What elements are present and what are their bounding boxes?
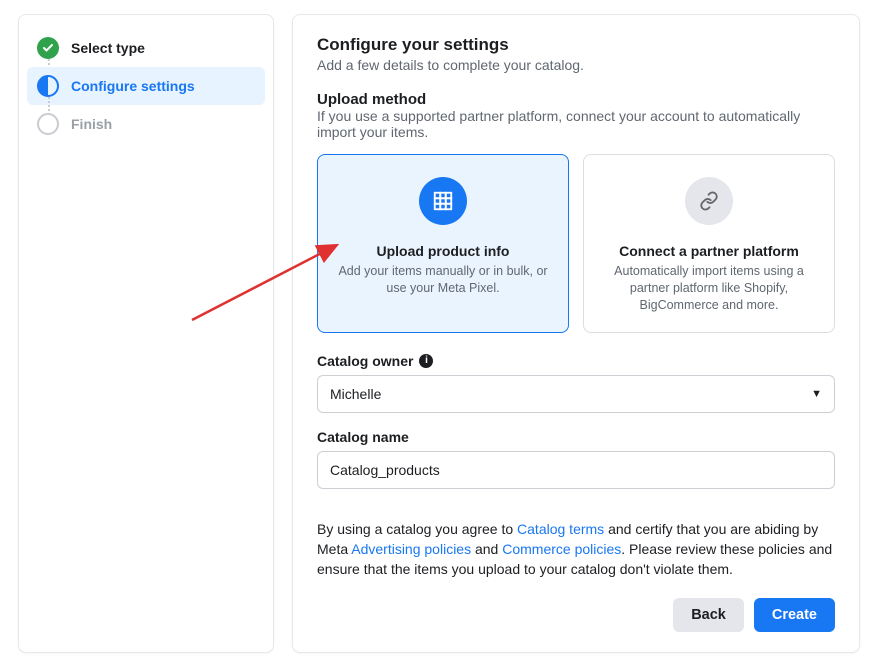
page-title: Configure your settings — [317, 35, 835, 55]
page-subtitle: Add a few details to complete your catal… — [317, 57, 835, 73]
select-value: Michelle — [330, 386, 381, 402]
wizard-sidebar: Select type Configure settings Finish — [18, 14, 274, 653]
upload-method-desc: If you use a supported partner platform,… — [317, 108, 835, 140]
option-connect-partner[interactable]: Connect a partner platform Automatically… — [583, 154, 835, 333]
info-icon[interactable]: i — [419, 354, 433, 368]
catalog-owner-label: Catalog owner i — [317, 353, 433, 369]
catalog-terms-link[interactable]: Catalog terms — [517, 521, 604, 537]
card-desc: Add your items manually or in bulk, or u… — [336, 263, 550, 297]
step-configure-settings[interactable]: Configure settings — [27, 67, 265, 105]
chevron-down-icon: ▼ — [811, 388, 822, 400]
step-label: Select type — [71, 40, 145, 56]
grid-icon — [419, 177, 467, 225]
legal-text: By using a catalog you agree to Catalog … — [317, 519, 835, 580]
step-label: Configure settings — [71, 78, 195, 94]
card-desc: Automatically import items using a partn… — [602, 263, 816, 314]
check-circle-icon — [37, 37, 59, 59]
commerce-policies-link[interactable]: Commerce policies — [502, 541, 621, 557]
link-icon — [685, 177, 733, 225]
catalog-owner-select[interactable]: Michelle ▼ — [317, 375, 835, 413]
catalog-name-input[interactable] — [317, 451, 835, 489]
advertising-policies-link[interactable]: Advertising policies — [351, 541, 471, 557]
step-finish[interactable]: Finish — [27, 105, 265, 143]
card-title: Upload product info — [377, 243, 510, 259]
step-label: Finish — [71, 116, 112, 132]
empty-circle-icon — [37, 113, 59, 135]
step-select-type[interactable]: Select type — [27, 29, 265, 67]
card-title: Connect a partner platform — [619, 243, 799, 259]
half-circle-icon — [37, 75, 59, 97]
back-button[interactable]: Back — [673, 598, 744, 632]
upload-method-heading: Upload method — [317, 91, 835, 108]
option-upload-product-info[interactable]: Upload product info Add your items manua… — [317, 154, 569, 333]
main-panel: Configure your settings Add a few detail… — [292, 14, 860, 653]
create-button[interactable]: Create — [754, 598, 835, 632]
catalog-name-label: Catalog name — [317, 429, 409, 445]
